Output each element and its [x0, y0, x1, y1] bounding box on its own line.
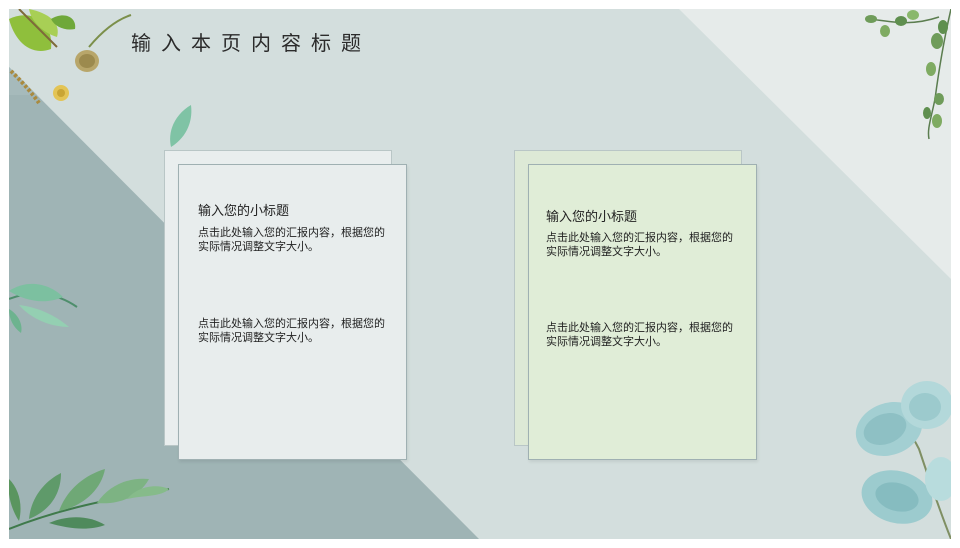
card-paragraph: 点击此处输入您的汇报内容，根据您的实际情况调整文字大小。 [546, 321, 733, 348]
card-paragraph: 点击此处输入您的汇报内容，根据您的实际情况调整文字大小。 [198, 226, 385, 253]
eucalyptus-icon [855, 381, 951, 539]
card-paragraph: 点击此处输入您的汇报内容，根据您的实际情况调整文字大小。 [546, 231, 733, 258]
page-title: 输入本页内容标题 [131, 31, 371, 55]
background-decoration [9, 9, 951, 539]
card-subtitle: 输入您的小标题 [198, 204, 290, 219]
card-subtitle: 输入您的小标题 [546, 210, 638, 225]
small-leaf-icon [170, 105, 192, 147]
slide: 输入本页内容标题 输入您的小标题 点击此处输入您的汇报内容，根据您的实际情况调整… [9, 9, 951, 539]
card-left: 输入您的小标题 点击此处输入您的汇报内容，根据您的实际情况调整文字大小。 点击此… [178, 164, 407, 460]
card-paragraph: 点击此处输入您的汇报内容，根据您的实际情况调整文字大小。 [198, 317, 385, 344]
card-right: 输入您的小标题 点击此处输入您的汇报内容，根据您的实际情况调整文字大小。 点击此… [528, 164, 757, 460]
